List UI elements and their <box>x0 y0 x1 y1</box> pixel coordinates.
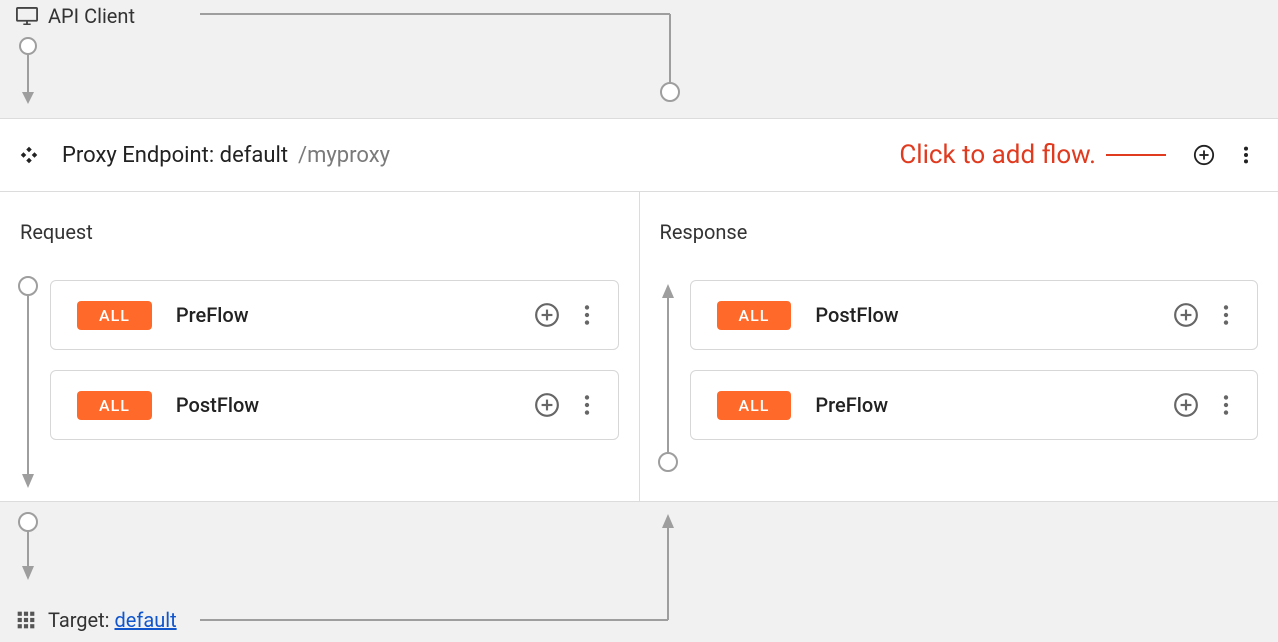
flow-card[interactable]: ALL PreFlow <box>690 370 1259 440</box>
add-flow-annotation: Click to add flow. <box>899 140 1096 170</box>
add-policy-button[interactable] <box>1173 302 1199 328</box>
flow-more-menu[interactable] <box>1213 302 1239 328</box>
proxy-endpoint-title: Proxy Endpoint: default <box>62 143 288 168</box>
flow-badge: ALL <box>77 391 152 420</box>
flow-more-menu[interactable] <box>1213 392 1239 418</box>
proxy-endpoint-path: /myproxy <box>298 143 390 168</box>
endpoint-more-menu[interactable] <box>1232 141 1260 169</box>
flow-more-menu[interactable] <box>574 302 600 328</box>
add-policy-button[interactable] <box>534 302 560 328</box>
proxy-endpoint-icon <box>18 144 40 166</box>
flow-name: PreFlow <box>815 393 1159 417</box>
response-title: Response <box>660 220 1259 244</box>
target-prefix: Target: <box>48 608 114 632</box>
proxy-endpoint-bar: Proxy Endpoint: default /myproxy Click t… <box>0 118 1278 192</box>
flow-card[interactable]: ALL PreFlow <box>50 280 619 350</box>
api-client-label: API Client <box>16 4 1278 28</box>
flow-badge: ALL <box>717 301 792 330</box>
api-client-text: API Client <box>48 4 135 28</box>
flow-badge: ALL <box>77 301 152 330</box>
add-policy-button[interactable] <box>1173 392 1199 418</box>
flow-card[interactable]: ALL PostFlow <box>690 280 1259 350</box>
apps-grid-icon <box>16 610 36 630</box>
flow-name: PostFlow <box>176 393 520 417</box>
request-title: Request <box>20 220 619 244</box>
target-link[interactable]: default <box>114 608 176 632</box>
flow-name: PreFlow <box>176 303 520 327</box>
monitor-icon <box>16 7 38 25</box>
flow-card[interactable]: ALL PostFlow <box>50 370 619 440</box>
request-panel: Request ALL PreFlow ALL PostFlow <box>0 192 640 501</box>
flow-badge: ALL <box>717 391 792 420</box>
flow-name: PostFlow <box>815 303 1159 327</box>
annotation-pointer-line <box>1106 154 1166 156</box>
add-policy-button[interactable] <box>534 392 560 418</box>
add-flow-button[interactable] <box>1190 141 1218 169</box>
response-panel: Response ALL PostFlow ALL PreFlow <box>640 192 1278 501</box>
flow-more-menu[interactable] <box>574 392 600 418</box>
